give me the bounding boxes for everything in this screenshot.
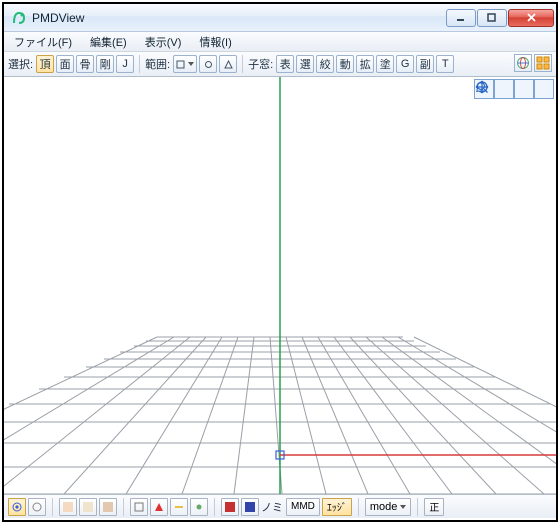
shape-triangle-button[interactable]: [150, 498, 168, 516]
separator: [242, 55, 243, 73]
menu-edit[interactable]: 編集(E): [86, 32, 131, 52]
menu-file[interactable]: ファイル(F): [10, 32, 76, 52]
ortho-button[interactable]: 正: [424, 498, 444, 516]
globe-icon-button[interactable]: [514, 54, 532, 72]
child-select-button[interactable]: 選: [296, 55, 314, 73]
app-icon: [11, 10, 27, 26]
mode-label: mode: [370, 501, 398, 513]
child-window-label: 子窓:: [248, 56, 273, 72]
display-point-button[interactable]: [8, 498, 26, 516]
view-controls: [474, 79, 554, 99]
color-swatch-2[interactable]: [79, 498, 97, 516]
close-button[interactable]: [508, 9, 554, 27]
separator: [139, 55, 140, 73]
select-vertex-button[interactable]: 頂: [36, 55, 54, 73]
separator: [417, 498, 418, 516]
child-narrow-button[interactable]: 絞: [316, 55, 334, 73]
range-label: 範囲:: [145, 56, 170, 72]
fill-blue-button[interactable]: [241, 498, 259, 516]
range-triangle-button[interactable]: [219, 55, 237, 73]
status-bar: ノミ MMD ｴｯｼﾞ mode 正: [4, 494, 556, 518]
child-move-button[interactable]: 動: [336, 55, 354, 73]
select-rigid-button[interactable]: 剛: [96, 55, 114, 73]
dropdown-icon: [400, 505, 406, 509]
mmd-button[interactable]: MMD: [286, 498, 320, 516]
zoom-button[interactable]: [514, 79, 534, 99]
select-joint-button[interactable]: J: [116, 55, 134, 73]
display-circle-button[interactable]: [28, 498, 46, 516]
menu-bar: ファイル(F) 編集(E) 表示(V) 情報(I): [4, 32, 556, 52]
edge-button[interactable]: ｴｯｼﾞ: [322, 498, 352, 516]
shape-dot-button[interactable]: [190, 498, 208, 516]
title-bar: PMDView: [4, 4, 556, 32]
menu-info[interactable]: 情報(I): [195, 32, 235, 52]
select-label: 選択:: [8, 56, 33, 72]
viewport-3d[interactable]: [4, 77, 556, 494]
range-circle-button[interactable]: [199, 55, 217, 73]
nomi-label: ノミ: [261, 499, 283, 515]
separator: [123, 498, 124, 516]
separator: [214, 498, 215, 516]
child-t-button[interactable]: T: [436, 55, 454, 73]
dropdown-icon: [188, 62, 194, 66]
quad-view-button[interactable]: [534, 54, 552, 72]
fill-red-button[interactable]: [221, 498, 239, 516]
separator: [52, 498, 53, 516]
color-swatch-1[interactable]: [59, 498, 77, 516]
select-bone-button[interactable]: 骨: [76, 55, 94, 73]
shape-line-button[interactable]: [170, 498, 188, 516]
separator: [358, 498, 359, 516]
child-paint-button[interactable]: 塗: [376, 55, 394, 73]
window-title: PMDView: [32, 11, 445, 25]
toolbar: 選択: 頂 面 骨 剛 J 範囲: 子窓: 表 選 絞 動 拡 塗 G 副 T: [4, 52, 556, 77]
color-swatch-3[interactable]: [99, 498, 117, 516]
select-face-button[interactable]: 面: [56, 55, 74, 73]
child-g-button[interactable]: G: [396, 55, 414, 73]
child-expression-button[interactable]: 表: [276, 55, 294, 73]
move-xy-button[interactable]: [494, 79, 514, 99]
child-sub-button[interactable]: 副: [416, 55, 434, 73]
maximize-button[interactable]: [477, 9, 507, 27]
range-square-button[interactable]: [173, 55, 197, 73]
shape-square-button[interactable]: [130, 498, 148, 516]
menu-view[interactable]: 表示(V): [141, 32, 186, 52]
rotate-button[interactable]: [534, 79, 554, 99]
child-expand-button[interactable]: 拡: [356, 55, 374, 73]
minimize-button[interactable]: [446, 9, 476, 27]
mode-dropdown[interactable]: mode: [365, 498, 412, 516]
